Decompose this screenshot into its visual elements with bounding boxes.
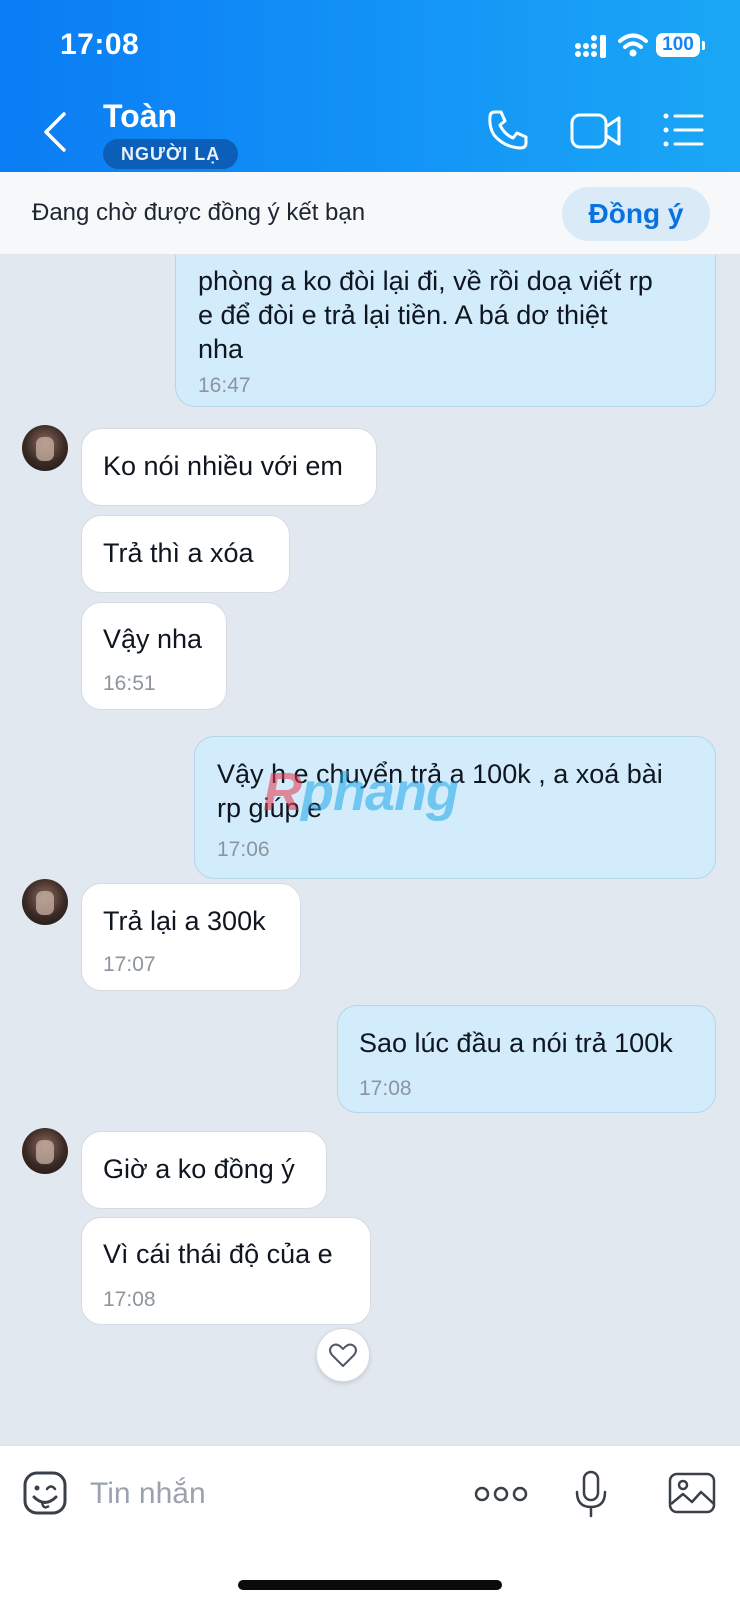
avatar[interactable] xyxy=(22,879,68,925)
image-icon[interactable] xyxy=(668,1472,716,1514)
sticker-face-icon[interactable] xyxy=(22,1470,68,1516)
list-icon[interactable] xyxy=(662,112,704,148)
message-bubble[interactable]: Trả thì a xóa xyxy=(81,515,290,593)
react-heart-button[interactable] xyxy=(316,1328,370,1382)
message-time: 17:07 xyxy=(103,953,156,976)
accept-friend-button[interactable]: Đồng ý xyxy=(562,187,710,241)
message-line: phòng a ko đòi lại đi, về rồi doạ viết r… xyxy=(198,266,653,296)
avatar[interactable] xyxy=(22,425,68,471)
message-bubble[interactable]: Ko nói nhiều với em xyxy=(81,428,377,506)
battery-indicator: 100 xyxy=(656,33,705,57)
message-bubble[interactable]: Sao lúc đầu a nói trả 100k 17:08 xyxy=(337,1005,716,1113)
message-line: nha xyxy=(198,334,244,364)
message-line: Vậy nha xyxy=(103,624,203,654)
phone-icon[interactable] xyxy=(486,108,530,152)
home-indicator xyxy=(238,1580,502,1590)
message-bubble[interactable]: Vậy h e chuyển trả a 100k , a xoá bài rp… xyxy=(194,736,716,879)
message-line: Trả lại a 300k xyxy=(103,906,266,936)
message-time: 17:08 xyxy=(103,1288,156,1311)
message-bubble[interactable]: Vì cái thái độ của e 17:08 xyxy=(81,1217,371,1325)
message-time: 16:47 xyxy=(198,374,251,397)
message-line: rp giúp e xyxy=(217,793,323,823)
message-time: 17:06 xyxy=(217,838,270,861)
chat-header: 17:08 100 Toàn NGƯỜI LẠ xyxy=(0,0,740,172)
message-line: Trả thì a xóa xyxy=(103,538,254,568)
chevron-left-icon[interactable] xyxy=(40,110,70,154)
message-bubble[interactable]: Giờ a ko đồng ý xyxy=(81,1131,327,1209)
status-time: 17:08 xyxy=(60,28,140,61)
message-time: 16:51 xyxy=(103,672,156,695)
more-dots-icon[interactable] xyxy=(474,1484,528,1504)
message-bubble[interactable]: Trả lại a 300k 17:07 xyxy=(81,883,301,991)
avatar[interactable] xyxy=(22,1128,68,1174)
message-bubble[interactable]: phòng a ko đòi lại đi, về rồi doạ viết r… xyxy=(175,255,716,407)
message-list[interactable]: phòng a ko đòi lại đi, về rồi doạ viết r… xyxy=(0,255,740,1445)
contact-name[interactable]: Toàn xyxy=(103,98,177,135)
message-line: Ko nói nhiều với em xyxy=(103,451,343,481)
stranger-badge: NGƯỜI LẠ xyxy=(103,139,239,169)
message-line: Vì cái thái độ của e xyxy=(103,1239,333,1269)
friend-request-text: Đang chờ được đồng ý kết bạn xyxy=(32,199,366,226)
wifi-icon xyxy=(618,33,648,57)
message-time: 17:08 xyxy=(359,1077,412,1100)
message-composer xyxy=(0,1445,740,1601)
cellular-signal-icon xyxy=(575,35,606,58)
microphone-icon[interactable] xyxy=(574,1470,608,1518)
message-input[interactable] xyxy=(88,1468,432,1520)
video-camera-icon[interactable] xyxy=(570,112,622,150)
message-line: Vậy h e chuyển trả a 100k , a xoá bài xyxy=(217,759,663,789)
message-bubble[interactable]: Vậy nha 16:51 xyxy=(81,602,227,710)
heart-icon xyxy=(329,1343,357,1367)
message-line: Sao lúc đầu a nói trả 100k xyxy=(359,1028,673,1058)
friend-request-bar: Đang chờ được đồng ý kết bạn Đồng ý xyxy=(0,172,740,255)
message-line: e để đòi e trả lại tiền. A bá dơ thiệt xyxy=(198,300,608,330)
message-line: Giờ a ko đồng ý xyxy=(103,1154,295,1184)
